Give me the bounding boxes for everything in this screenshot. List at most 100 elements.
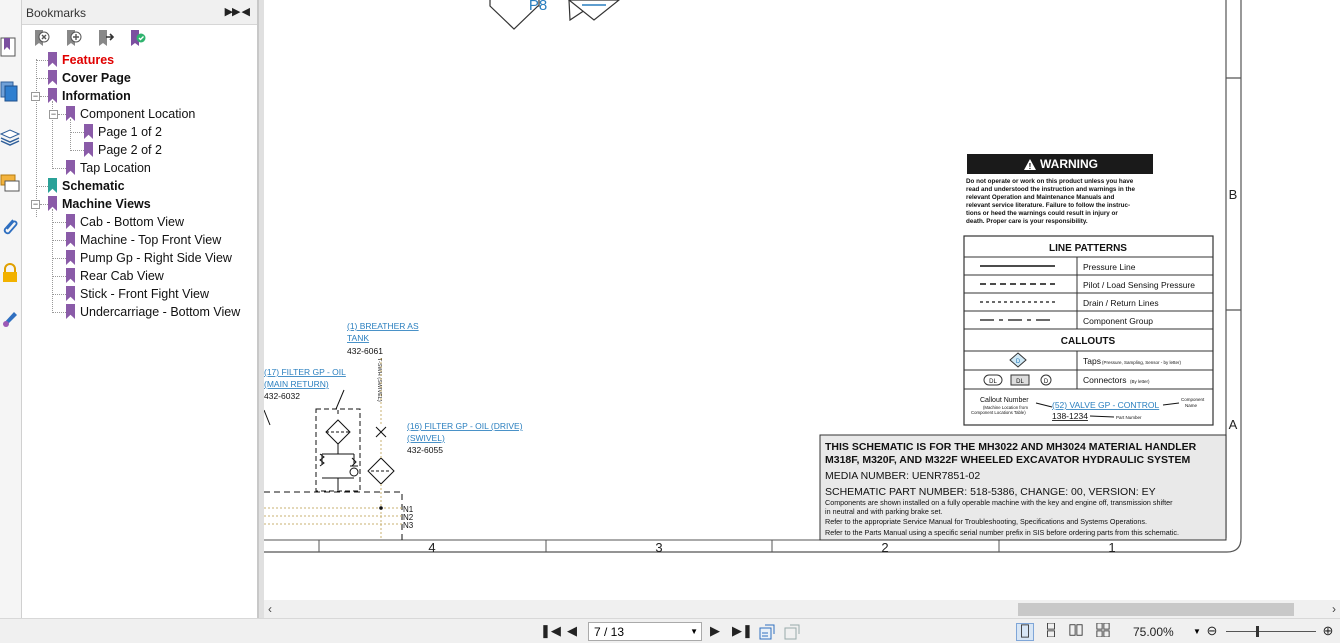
chevron-down-icon[interactable]: ▼ bbox=[1193, 627, 1201, 636]
double-arrow-left-icon[interactable]: ▶▶ ◀ bbox=[225, 5, 250, 18]
breather-tank-callout: (1) BREATHER AS TANK 432-6061 bbox=[347, 321, 419, 356]
facing-view-icon[interactable] bbox=[1067, 623, 1085, 641]
zone-letter-a: A bbox=[1229, 417, 1238, 432]
bookmark-flag-icon bbox=[48, 88, 57, 103]
connectors-label: Connectors bbox=[1083, 375, 1126, 385]
next-page-icon[interactable]: ▶ bbox=[708, 623, 722, 641]
security-lock-icon[interactable] bbox=[0, 262, 22, 288]
chevron-left-icon[interactable]: ‹ bbox=[268, 602, 272, 616]
line-pattern-label: Component Group bbox=[1083, 316, 1153, 326]
bookmark-information[interactable]: Information bbox=[48, 88, 131, 106]
title-note: in neutral and with parking brake set. bbox=[825, 507, 942, 516]
bookmark-machine-views[interactable]: Machine Views bbox=[48, 196, 151, 214]
bookmark-flag-icon bbox=[66, 268, 75, 283]
zone-letter-b: B bbox=[1229, 187, 1238, 202]
delete-bookmark-icon[interactable] bbox=[32, 29, 52, 49]
warning-line: read and understood the instruction and … bbox=[966, 186, 1135, 193]
continuous-view-icon[interactable] bbox=[1042, 622, 1060, 641]
warning-box: ! WARNING Do not operate or work on this… bbox=[966, 154, 1153, 225]
zoom-out-icon[interactable]: ⊖ bbox=[1204, 623, 1220, 641]
bookmark-cover-page[interactable]: Cover Page bbox=[48, 70, 131, 88]
horizontal-scrollbar[interactable]: ‹ › bbox=[264, 602, 1340, 618]
page-number-value: 7 / 13 bbox=[594, 625, 625, 639]
scrollbar-thumb[interactable] bbox=[1018, 603, 1294, 616]
zoom-in-icon[interactable]: ⊕ bbox=[1320, 623, 1336, 641]
last-page-icon[interactable]: ▶❚ bbox=[732, 623, 753, 641]
tree-connector bbox=[52, 222, 66, 223]
previous-view-icon[interactable] bbox=[758, 623, 776, 641]
next-view-icon[interactable] bbox=[783, 623, 801, 641]
tree-connector bbox=[52, 258, 66, 259]
bookmark-stick-front-fight-view[interactable]: Stick - Front Fight View bbox=[66, 286, 209, 304]
bookmark-machine-top-front-view[interactable]: Machine - Top Front View bbox=[66, 232, 221, 250]
component-part-number: 432-6061 bbox=[347, 346, 383, 356]
tree-connector bbox=[52, 312, 66, 313]
add-bookmark-icon[interactable] bbox=[64, 29, 84, 49]
layers-icon[interactable] bbox=[0, 126, 22, 152]
bookmark-flag-icon bbox=[66, 304, 75, 319]
collapse-toggle-machine-views[interactable]: − bbox=[31, 200, 40, 209]
find-bookmark-icon[interactable] bbox=[128, 29, 148, 49]
bookmark-flag-icon bbox=[66, 214, 75, 229]
component-part-number: 432-6055 bbox=[407, 445, 443, 455]
previous-page-icon[interactable]: ◀ bbox=[565, 623, 579, 641]
bookmark-flag-icon bbox=[84, 142, 93, 157]
component-callout-link: (17) FILTER GP - OIL bbox=[264, 367, 346, 377]
pages-icon[interactable] bbox=[0, 80, 22, 106]
page-number-field[interactable]: 7 / 13 ▼ bbox=[588, 622, 702, 641]
bookmark-flag-icon bbox=[66, 286, 75, 301]
bookmark-cab-bottom-view[interactable]: Cab - Bottom View bbox=[66, 214, 184, 232]
bookmark-rear-cab-view[interactable]: Rear Cab View bbox=[66, 268, 164, 286]
tree-connector bbox=[36, 59, 37, 217]
signatures-icon[interactable] bbox=[0, 306, 22, 332]
chevron-down-icon[interactable]: ▼ bbox=[690, 627, 698, 636]
media-number: MEDIA NUMBER: UENR7851-02 bbox=[825, 470, 980, 482]
connectors-note: (By letter) bbox=[1130, 379, 1150, 384]
title-note: Components are shown installed on a full… bbox=[825, 498, 1173, 507]
zoom-slider-thumb[interactable] bbox=[1256, 626, 1259, 637]
collapse-toggle-component-location[interactable]: − bbox=[49, 110, 58, 119]
bookmark-tap-location[interactable]: Tap Location bbox=[66, 160, 151, 178]
line-patterns-title: LINE PATTERNS bbox=[1049, 243, 1127, 254]
bookmarks-panel-header: Bookmarks ▶▶ ◀ bbox=[22, 0, 257, 25]
warning-title: WARNING bbox=[1040, 157, 1098, 171]
bookmark-component-location[interactable]: Component Location bbox=[66, 106, 195, 124]
first-page-icon[interactable]: ❚◀ bbox=[540, 623, 561, 641]
tree-connector bbox=[52, 209, 53, 313]
zoom-level[interactable]: 75.00% bbox=[1133, 625, 1174, 639]
document-view[interactable]: P8 B A 4 3 2 1 ! WARNING Do not operate … bbox=[264, 0, 1340, 602]
chevron-right-icon[interactable]: › bbox=[1332, 602, 1336, 616]
tree-connector bbox=[40, 204, 48, 205]
collapse-toggle-information[interactable]: − bbox=[31, 92, 40, 101]
continuous-facing-view-icon[interactable] bbox=[1094, 622, 1112, 641]
comments-icon[interactable] bbox=[0, 172, 22, 198]
pdf-viewer-window: Bookmarks ▶▶ ◀ − − − Features Cover Page… bbox=[0, 0, 1340, 643]
expand-bookmark-icon[interactable] bbox=[96, 29, 116, 49]
bookmark-undercarriage-bottom-view[interactable]: Undercarriage - Bottom View bbox=[66, 304, 240, 322]
bookmark-flag-icon bbox=[66, 160, 75, 175]
bookmark-page-2-of-2[interactable]: Page 2 of 2 bbox=[84, 142, 162, 160]
bookmark-features[interactable]: Features bbox=[48, 52, 114, 70]
bookmark-flag-icon bbox=[66, 106, 75, 121]
connector-mark: DL bbox=[1016, 379, 1024, 385]
warning-line: Do not operate or work on this product u… bbox=[966, 178, 1134, 185]
callouts-title: CALLOUTS bbox=[1061, 336, 1116, 347]
warning-line: relevant service literature. Failure to … bbox=[966, 202, 1130, 209]
connector-mark: D bbox=[1044, 379, 1049, 385]
bookmarks-icon[interactable] bbox=[0, 36, 22, 62]
tree-connector bbox=[70, 132, 84, 133]
bookmark-schematic[interactable]: Schematic bbox=[48, 178, 125, 196]
bookmark-flag-icon bbox=[66, 232, 75, 247]
component-callout-link: (16) FILTER GP - OIL (DRIVE) bbox=[407, 421, 523, 431]
filter-main-return-callout: (17) FILTER GP - OIL (MAIN RETURN) 432-6… bbox=[264, 367, 346, 401]
zoom-slider[interactable] bbox=[1226, 631, 1316, 632]
component-callout-link: (MAIN RETURN) bbox=[264, 379, 329, 389]
single-page-view-icon[interactable] bbox=[1016, 623, 1034, 641]
tap-letter: D bbox=[1016, 359, 1021, 365]
attachments-icon[interactable] bbox=[0, 216, 22, 242]
bookmark-pump-gp-right-side-view[interactable]: Pump Gp - Right Side View bbox=[66, 250, 232, 268]
line-pattern-label: Pilot / Load Sensing Pressure bbox=[1083, 280, 1195, 290]
bookmark-page-1-of-2[interactable]: Page 1 of 2 bbox=[84, 124, 162, 142]
zone-number-3: 3 bbox=[655, 540, 662, 555]
example-part: 138-1234 bbox=[1052, 411, 1088, 421]
